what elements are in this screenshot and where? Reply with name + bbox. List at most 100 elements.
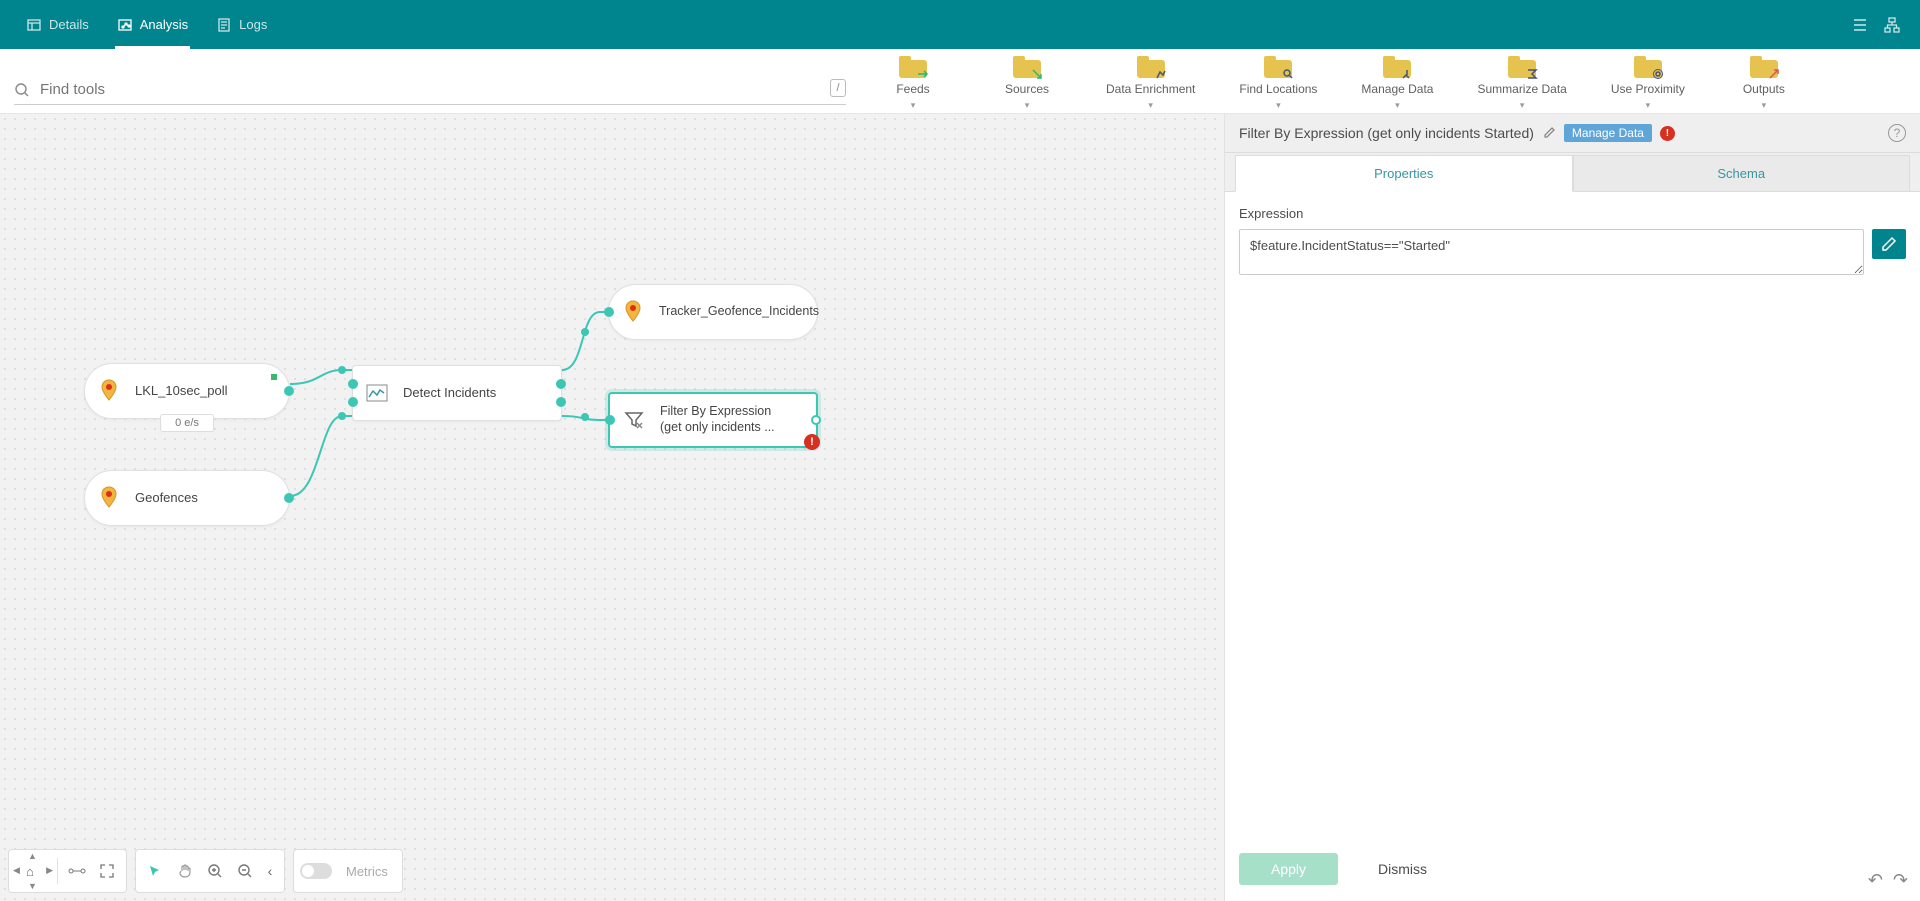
folder-icon: [1634, 56, 1662, 78]
node-lkl-10sec-poll[interactable]: LKL_10sec_poll 0 e/s: [84, 363, 290, 419]
node-label: Detect Incidents: [403, 385, 496, 401]
metrics-control-group: Metrics: [293, 849, 403, 893]
toolbox-data-enrichment[interactable]: Data Enrichment ▾: [1106, 56, 1195, 111]
model-view-icon[interactable]: [1882, 15, 1902, 35]
top-navbar: Details Analysis Logs: [0, 0, 1920, 49]
metrics-toggle[interactable]: [300, 863, 332, 879]
node-detect-incidents[interactable]: Detect Incidents: [352, 365, 562, 421]
output-port[interactable]: [284, 386, 294, 396]
model-canvas[interactable]: LKL_10sec_poll 0 e/s Geofences Detect In…: [0, 114, 1225, 901]
search-input[interactable]: [38, 75, 846, 104]
topbar-tabs: Details Analysis Logs: [12, 0, 281, 49]
input-port[interactable]: [604, 307, 614, 317]
toolbox-summarize-data[interactable]: Summarize Data ▾: [1477, 56, 1566, 111]
folder-icon: [1508, 56, 1536, 78]
chevron-down-icon: ▾: [1395, 100, 1400, 111]
search-shortcut-hint: /: [830, 79, 846, 97]
node-filter-by-expression[interactable]: Filter By Expression (get only incidents…: [608, 392, 818, 448]
panel-actions: Apply Dismiss: [1225, 837, 1920, 901]
error-indicator-icon: !: [804, 434, 820, 450]
input-port[interactable]: [605, 415, 615, 425]
pan-tool-button[interactable]: [172, 858, 198, 884]
output-icon: [617, 296, 649, 328]
expression-textarea[interactable]: [1239, 229, 1864, 275]
folder-icon: [1383, 56, 1411, 78]
output-port[interactable]: [284, 493, 294, 503]
logs-icon: [216, 17, 232, 33]
pan-down-button[interactable]: ▼: [28, 881, 37, 891]
zoom-in-button[interactable]: [202, 858, 228, 884]
feed-icon: [93, 482, 125, 514]
error-badge-icon: !: [1660, 126, 1675, 141]
apply-button[interactable]: Apply: [1239, 853, 1338, 885]
pan-right-button[interactable]: ▶: [46, 865, 53, 876]
output-port[interactable]: [556, 397, 566, 407]
toolbox-use-proximity[interactable]: Use Proximity ▾: [1611, 56, 1685, 111]
folder-icon: [1750, 56, 1778, 78]
tab-analysis[interactable]: Analysis: [103, 0, 202, 49]
select-tool-button[interactable]: [142, 858, 168, 884]
home-extent-button[interactable]: ⌂: [26, 864, 34, 879]
node-label: LKL_10sec_poll: [135, 383, 228, 399]
toolbox-find-locations[interactable]: Find Locations ▾: [1239, 56, 1317, 111]
pan-up-button[interactable]: ▲: [28, 851, 37, 861]
chevron-down-icon: ▾: [1762, 100, 1767, 111]
category-badge: Manage Data: [1564, 124, 1652, 142]
node-label: Tracker_Geofence_Incidents: [659, 304, 809, 320]
zoom-out-button[interactable]: [232, 858, 258, 884]
collapse-tools-button[interactable]: ‹: [262, 858, 278, 884]
properties-panel: Filter By Expression (get only incidents…: [1225, 114, 1920, 901]
node-geofences[interactable]: Geofences: [84, 470, 290, 526]
toolbox-label: Find Locations: [1239, 82, 1317, 96]
output-port[interactable]: [811, 415, 821, 425]
topbar-actions: [1850, 15, 1908, 35]
folder-icon: [899, 56, 927, 78]
output-port[interactable]: [556, 379, 566, 389]
edit-title-icon[interactable]: [1542, 126, 1556, 140]
fit-extent-button[interactable]: [94, 858, 120, 884]
fit-connect-button[interactable]: [64, 858, 90, 884]
status-running-icon: [269, 372, 279, 382]
toolbox-manage-data[interactable]: Manage Data ▾: [1361, 56, 1433, 111]
panel-header: Filter By Expression (get only incidents…: [1225, 114, 1920, 153]
help-icon[interactable]: ?: [1888, 124, 1906, 142]
rate-badge: 0 e/s: [160, 414, 214, 432]
pan-left-button[interactable]: ◀: [13, 865, 20, 876]
chevron-down-icon: ▾: [1520, 100, 1525, 111]
input-port[interactable]: [348, 379, 358, 389]
input-port[interactable]: [348, 397, 358, 407]
tab-schema[interactable]: Schema: [1573, 155, 1911, 192]
toolbox-label: Use Proximity: [1611, 82, 1685, 96]
toolbox-sources[interactable]: Sources ▾: [992, 56, 1062, 111]
toolbox-outputs[interactable]: Outputs ▾: [1729, 56, 1799, 111]
panel-footer: ↶ ↷: [1868, 870, 1908, 891]
folder-icon: [1013, 56, 1041, 78]
tab-label: Details: [49, 17, 89, 32]
metrics-label: Metrics: [346, 864, 388, 879]
toolbox-feeds[interactable]: Feeds ▾: [878, 56, 948, 111]
node-label: Filter By Expression (get only incidents…: [660, 404, 775, 435]
panel-title: Filter By Expression (get only incidents…: [1239, 125, 1534, 141]
feed-icon: [93, 375, 125, 407]
expression-field-label: Expression: [1239, 206, 1906, 221]
chevron-down-icon: ▾: [1148, 100, 1153, 111]
edit-expression-button[interactable]: [1872, 229, 1906, 259]
node-tracker-geofence-incidents[interactable]: Tracker_Geofence_Incidents: [608, 284, 818, 340]
chevron-down-icon: ▾: [1025, 100, 1030, 111]
toolbox-categories: Feeds ▾ Sources ▾ Data Enrichment ▾ Find…: [860, 49, 1920, 113]
tab-details[interactable]: Details: [12, 0, 103, 49]
toolbox-label: Outputs: [1743, 82, 1785, 96]
analysis-icon: [117, 17, 133, 33]
nav-control-group: ▲ ▼ ◀ ▶ ⌂: [8, 849, 127, 893]
toolbar-row: / Feeds ▾ Sources ▾ Data Enrichment ▾ Fi…: [0, 49, 1920, 114]
dismiss-button[interactable]: Dismiss: [1378, 861, 1427, 877]
panel-body: Expression: [1225, 192, 1920, 837]
tab-properties[interactable]: Properties: [1235, 155, 1573, 192]
list-view-icon[interactable]: [1850, 15, 1870, 35]
toolbox-label: Manage Data: [1361, 82, 1433, 96]
folder-icon: [1137, 56, 1165, 78]
tab-logs[interactable]: Logs: [202, 0, 281, 49]
undo-button[interactable]: ↶: [1868, 870, 1883, 891]
toolbox-label: Feeds: [896, 82, 929, 96]
redo-button[interactable]: ↷: [1893, 870, 1908, 891]
